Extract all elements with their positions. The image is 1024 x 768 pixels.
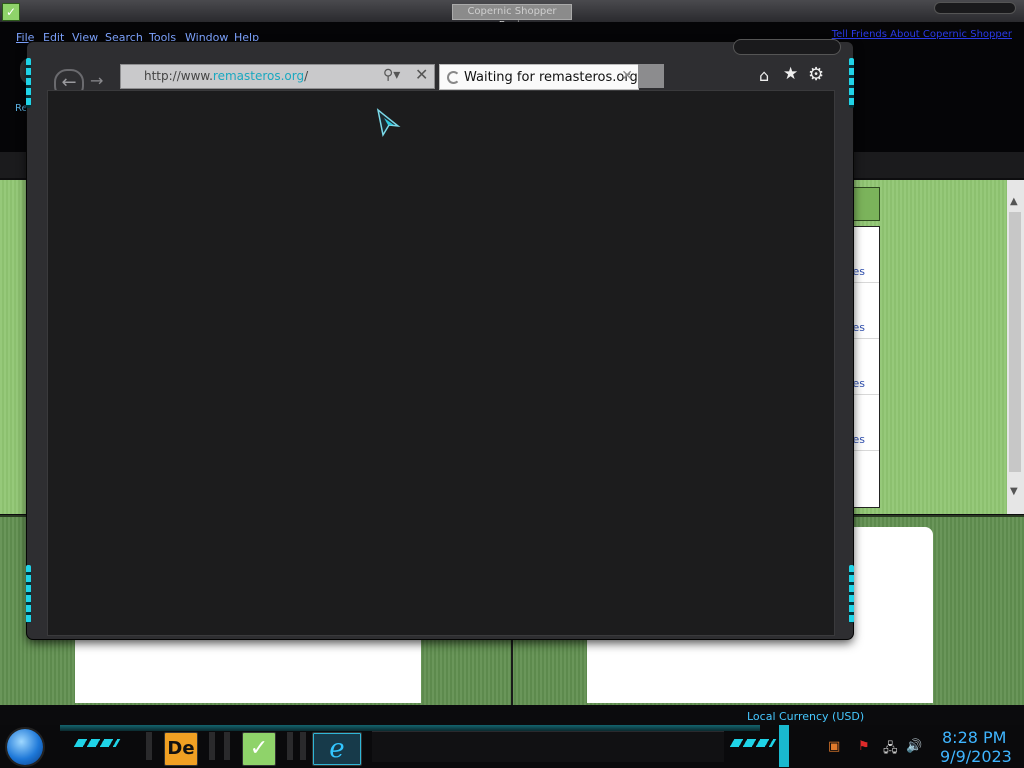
address-bar[interactable]: http://www.remasteros.org/ ⚲▾ ✕ [120,64,435,89]
scroll-down-icon[interactable]: ▼ [1010,486,1018,497]
tray-divider [779,725,789,767]
taskbar-slot [146,732,152,760]
address-url[interactable]: http://www.remasteros.org/ [144,69,308,83]
new-tab-button[interactable] [638,64,664,88]
detail-panel-left [75,640,421,703]
taskbar-glow-decoration [73,739,121,747]
app-title: Copernic Shopper Basic [452,4,572,31]
browser-window-controls[interactable] [733,39,841,55]
loading-spinner-icon [447,71,460,84]
taskbar-slot [224,732,230,760]
tray-app-icon[interactable]: ▣ [828,739,840,754]
forward-arrow-icon[interactable]: → [90,71,103,90]
shopper-app-icon[interactable]: ✓ [2,3,20,21]
taskbar-app-shopper-icon[interactable]: ✓ [242,732,276,766]
close-icon[interactable]: ✕ [415,65,428,84]
list-item: ces [846,339,879,395]
frame-glow-decoration [26,58,31,108]
taskbar-slot [300,732,306,760]
page-viewport[interactable] [47,90,835,636]
browser-window: ← → http://www.remasteros.org/ ⚲▾ ✕ Wait… [26,39,854,639]
star-icon[interactable]: ★ [783,64,798,84]
window-controls[interactable] [934,2,1016,14]
scrollbar-thumb[interactable] [1009,212,1021,472]
gear-icon[interactable]: ⚙ [808,64,824,85]
taskbar-app-de[interactable]: De [164,732,198,766]
tab-remasteros[interactable]: Waiting for remasteros.org ✕ [439,64,639,90]
taskbar-slot [287,732,293,760]
search-icon[interactable]: ⚲▾ [383,67,400,83]
frame-glow-decoration [26,565,31,623]
taskbar-task-area [372,731,724,762]
currency-label: Local Currency (USD) [747,710,865,723]
start-button[interactable] [7,729,43,765]
frame-glow-decoration [849,58,854,108]
clock-date[interactable]: 9/9/2023 [940,747,1012,766]
network-icon[interactable]: 🖧 [883,739,898,761]
taskbar-slot [209,732,215,760]
action-center-flag-icon[interactable]: ⚑ [858,739,870,754]
list-item: ces [846,227,879,283]
tell-friends-link[interactable]: Tell Friends About Copernic Shopper [832,29,1012,40]
tab-close-icon[interactable]: ✕ [621,68,633,84]
frame-glow-decoration [849,565,854,623]
scroll-up-icon[interactable]: ▲ [1010,196,1018,207]
app-titlebar: ✓ Copernic Shopper Basic [0,0,1024,31]
mouse-cursor-icon [376,108,401,138]
tab-title: Waiting for remasteros.org [464,70,638,85]
list-item: ces [846,283,879,339]
clock-time[interactable]: 8:28 PM [942,728,1006,747]
volume-icon[interactable]: 🔊 [906,739,922,754]
taskbar-app-ie-icon[interactable]: e [312,732,362,766]
taskbar-glow-decoration [729,739,777,747]
app-statusbar [0,705,1024,725]
home-icon[interactable]: ⌂ [759,66,769,85]
list-item: ces [846,395,879,451]
